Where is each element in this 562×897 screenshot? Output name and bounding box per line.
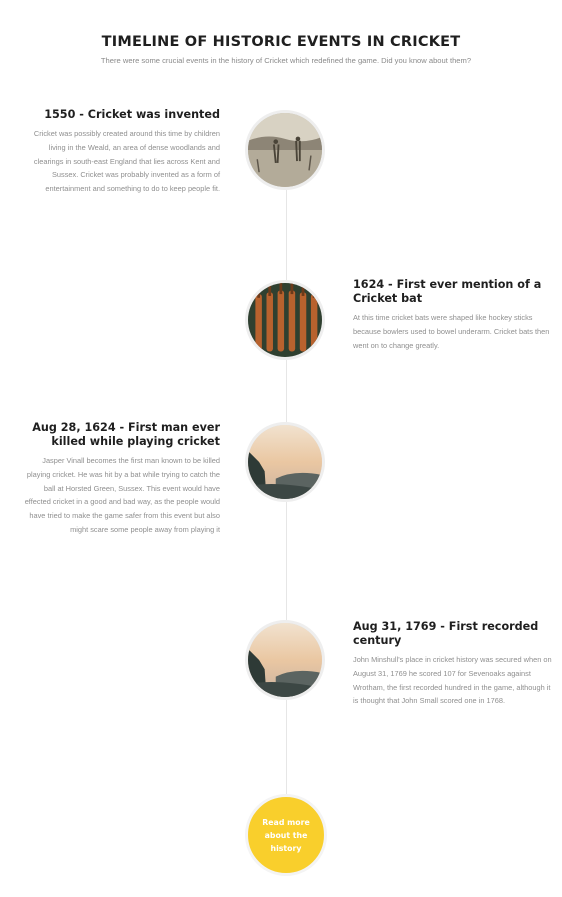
event-description-1624-death: Jasper Vinall becomes the first man know…	[24, 456, 220, 534]
event-image-1550	[245, 110, 325, 190]
event-image-1624-death	[245, 422, 325, 502]
event-description-1550: Cricket was possibly created around this…	[33, 129, 220, 194]
read-more-history-label: Read more about the history	[262, 817, 310, 853]
event-title-1769: Aug 31, 1769 - First recorded century	[353, 620, 539, 647]
event-title-1624-bat: 1624 - First ever mention of a Cricket b…	[353, 278, 542, 305]
event-description-1769: John Minshull's place in cricket history…	[353, 655, 552, 706]
event-title-1624-death: Aug 28, 1624 - First man ever killed whi…	[32, 421, 220, 448]
page-title: TIMELINE OF HISTORIC EVENTS IN CRICKET	[101, 34, 461, 50]
event-description-1624-bat: At this time cricket bats were shaped li…	[353, 313, 550, 350]
event-title-1550: 1550 - Cricket was invented	[44, 108, 220, 121]
event-image-1624-bat	[245, 280, 325, 360]
page-subtitle: There were some crucial events in the hi…	[100, 56, 472, 65]
event-image-1769	[245, 620, 325, 700]
read-more-history-button[interactable]: Read more about the history	[245, 794, 327, 876]
